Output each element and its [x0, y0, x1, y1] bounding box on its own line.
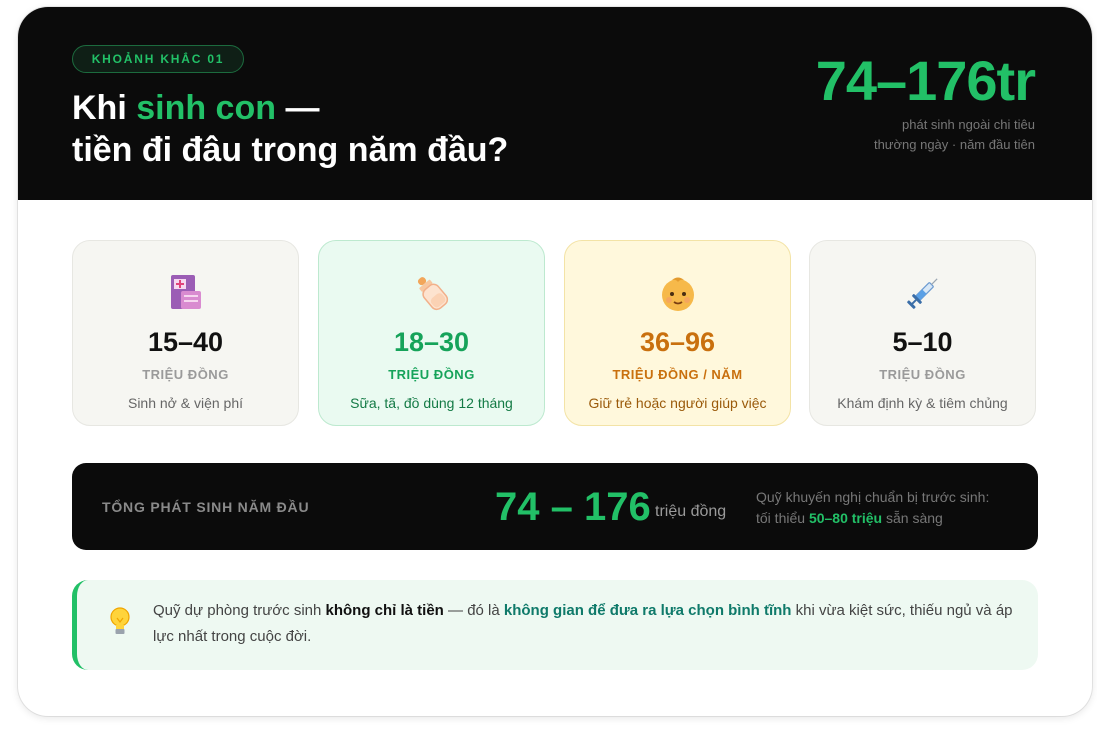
title-line-2: tiền đi đâu trong năm đầu?	[72, 131, 509, 169]
tip-callout: Quỹ dự phòng trước sinh không chỉ là tiề…	[72, 580, 1038, 670]
recommendation-prefix: tối thiểu	[756, 510, 809, 526]
light-bulb-icon	[107, 606, 133, 636]
hospital-icon	[73, 273, 298, 313]
stat-description: Sinh nở & viện phí	[127, 395, 244, 411]
stat-value: 18–30	[393, 327, 470, 357]
page-title: Khi sinh con — tiền đi đâu trong năm đầu…	[72, 87, 508, 171]
recommendation-suffix: sẵn sàng	[882, 510, 943, 526]
tip-text-1: Quỹ dự phòng trước sinh	[153, 602, 326, 619]
stat-unit: TRIỆU ĐỒNG	[388, 367, 475, 382]
total-value: 74 – 176	[495, 485, 651, 529]
headline-note: phát sinh ngoài chi tiêu thường ngày · n…	[775, 115, 1035, 155]
tip-emphasis-1: không chỉ là tiền	[325, 602, 444, 619]
headline-range: 74–176tr	[815, 49, 1036, 112]
stat-value: 36–96	[639, 327, 716, 357]
title-dash: —	[276, 89, 320, 127]
stat-card-childcare: 36–96 TRIỆU ĐỒNG / NĂM Giữ trẻ hoặc ngườ…	[564, 240, 791, 426]
stat-value: 15–40	[147, 327, 224, 357]
hero-header: KHOẢNH KHẮC 01 Khi sinh con — tiền đi đâ…	[18, 7, 1092, 200]
tip-text-2: — đó là	[443, 602, 504, 619]
recommendation-amount: 50–80 triệu	[808, 510, 883, 526]
total-unit: triệu đồng	[655, 503, 727, 520]
stat-unit: TRIỆU ĐỒNG	[142, 367, 229, 382]
note-line-2: thường ngày · năm đầu tiên	[873, 137, 1035, 152]
baby-bottle-icon	[319, 273, 544, 313]
tip-text: Quỹ dự phòng trước sinh không chỉ là tiề…	[153, 598, 1023, 650]
total-label: TỔNG PHÁT SINH NĂM ĐẦU	[102, 499, 310, 515]
cost-stats: 15–40 TRIỆU ĐỒNG Sinh nở & viện phí 18–3…	[72, 240, 1038, 428]
stat-description: Khám định kỳ & tiêm chủng	[837, 395, 1008, 411]
stat-description: Sữa, tã, đồ dùng 12 tháng	[350, 395, 513, 411]
recommendation-line-1: Quỹ khuyến nghị chuẩn bị trước sinh:	[756, 489, 990, 505]
tip-emphasis-2: không gian để đưa ra lựa chọn bình tĩnh	[503, 602, 792, 619]
stat-value: 5–10	[892, 327, 953, 357]
moment-badge: KHOẢNH KHẮC 01	[72, 45, 244, 73]
note-line-1: phát sinh ngoài chi tiêu	[902, 117, 1035, 132]
stat-card-baby-supplies: 18–30 TRIỆU ĐỒNG Sữa, tã, đồ dùng 12 thá…	[318, 240, 545, 426]
title-prefix: Khi	[72, 89, 137, 127]
stat-card-hospital: 15–40 TRIỆU ĐỒNG Sinh nở & viện phí	[72, 240, 299, 426]
stat-unit: TRIỆU ĐỒNG	[879, 367, 966, 382]
stat-card-checkups: 5–10 TRIỆU ĐỒNG Khám định kỳ & tiêm chủn…	[809, 240, 1036, 426]
syringe-icon	[810, 273, 1035, 313]
title-accent: sinh con	[136, 89, 277, 127]
info-card: KHOẢNH KHẮC 01 Khi sinh con — tiền đi đâ…	[18, 7, 1092, 716]
stat-unit: TRIỆU ĐỒNG / NĂM	[612, 367, 743, 382]
baby-face-icon	[565, 273, 790, 313]
recommendation-text: Quỹ khuyến nghị chuẩn bị trước sinh: tối…	[756, 487, 1016, 529]
total-summary: TỔNG PHÁT SINH NĂM ĐẦU 74 – 176 triệu đồ…	[72, 463, 1038, 550]
stat-description: Giữ trẻ hoặc người giúp việc	[588, 395, 767, 411]
